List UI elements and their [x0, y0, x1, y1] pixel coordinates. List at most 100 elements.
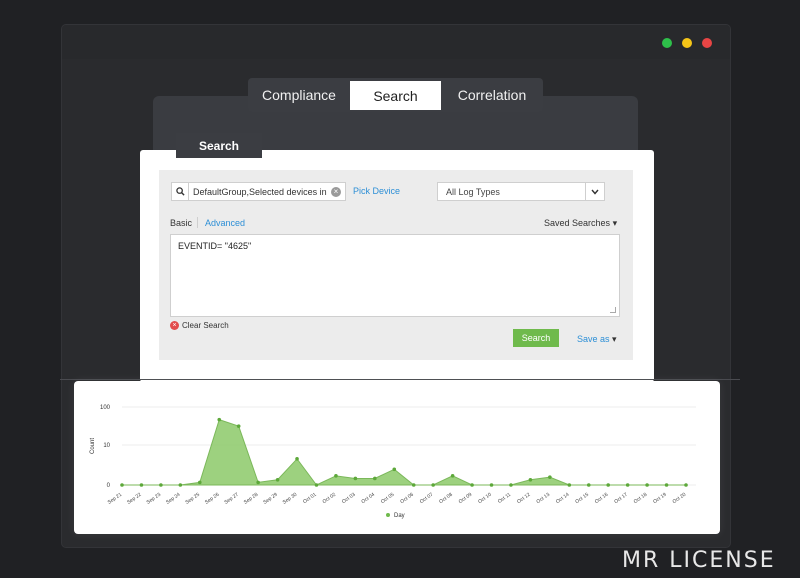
x-tick-label: Oct 06: [399, 492, 415, 505]
data-point[interactable]: [509, 483, 513, 487]
area-series: [122, 418, 686, 486]
x-tick-label: Sep 25: [185, 492, 202, 506]
data-point[interactable]: [392, 467, 397, 472]
top-tabs: Compliance Search Correlation: [248, 78, 543, 112]
tab-basic[interactable]: Basic: [170, 218, 192, 228]
data-point[interactable]: [489, 483, 494, 487]
close-dot-icon[interactable]: [702, 38, 712, 48]
x-tick-label: Oct 04: [360, 492, 376, 505]
minimize-dot-icon[interactable]: [682, 38, 692, 48]
log-types-value: All Log Types: [446, 186, 500, 197]
clear-icon: ×: [170, 321, 179, 330]
x-tick-label: Oct 03: [341, 492, 357, 505]
y-tick-label: 10: [103, 443, 110, 449]
data-point[interactable]: [567, 483, 572, 487]
clear-search-label: Clear Search: [182, 321, 229, 330]
x-tick-label: Oct 19: [652, 492, 668, 505]
data-point[interactable]: [373, 476, 377, 481]
data-point[interactable]: [353, 476, 358, 481]
clear-search-link[interactable]: × Clear Search: [170, 321, 229, 330]
x-tick-label: Oct 09: [458, 492, 474, 505]
device-value: DefaultGroup,Selected devices in: [193, 186, 327, 197]
tab-compliance[interactable]: Compliance: [248, 78, 350, 112]
data-point[interactable]: [159, 483, 163, 487]
chart-card: 100 10 0 Count Sep 21 Sep 22 Sep 23 Sep 24 Sep 2…: [74, 381, 720, 534]
x-tick-label: Sep 23: [146, 492, 163, 506]
tab-search[interactable]: Search: [350, 81, 441, 110]
data-point[interactable]: [664, 483, 669, 487]
x-tick-label: Oct 15: [574, 492, 590, 505]
x-tick-label: Oct 18: [633, 492, 649, 505]
x-tick-label: Oct 10: [477, 492, 493, 505]
x-tick-label: Sep 27: [223, 492, 240, 506]
data-point[interactable]: [450, 474, 455, 478]
x-tick-label: Sep 29: [262, 492, 279, 506]
x-tick-label: Oct 16: [594, 492, 610, 505]
data-point[interactable]: [120, 483, 124, 487]
query-textarea[interactable]: EVENTID= "4625": [170, 234, 620, 317]
tab-separator: [197, 217, 198, 228]
data-point[interactable]: [139, 483, 144, 487]
data-point[interactable]: [295, 457, 299, 461]
search-subtab[interactable]: Search: [176, 133, 262, 158]
x-tick-label: Oct 08: [438, 492, 454, 505]
device-selector[interactable]: DefaultGroup,Selected devices in ×: [171, 182, 346, 201]
y-tick-label: 100: [100, 405, 111, 411]
data-point[interactable]: [334, 474, 338, 478]
x-tick-label: Oct 14: [555, 492, 571, 505]
x-tick-label: Oct 05: [380, 492, 396, 505]
x-tick-label: Sep 21: [107, 492, 124, 506]
data-point[interactable]: [256, 480, 260, 485]
caret-down-icon: ▾: [612, 334, 617, 344]
tab-advanced[interactable]: Advanced: [205, 218, 245, 228]
resize-handle-icon[interactable]: [610, 307, 616, 313]
tab-correlation[interactable]: Correlation: [441, 78, 543, 112]
x-tick-label: Oct 12: [516, 492, 532, 505]
data-point[interactable]: [528, 477, 533, 482]
maximize-dot-icon[interactable]: [662, 38, 672, 48]
data-point[interactable]: [236, 424, 241, 428]
x-tick-label: Sep 28: [243, 492, 260, 506]
data-point[interactable]: [178, 483, 183, 487]
data-point[interactable]: [470, 483, 474, 487]
data-point[interactable]: [431, 483, 435, 487]
saved-searches-dropdown[interactable]: Saved Searches ▾: [544, 218, 617, 229]
pick-device-link[interactable]: Pick Device: [353, 186, 400, 196]
data-point[interactable]: [314, 483, 319, 487]
data-point[interactable]: [625, 483, 630, 487]
save-as-dropdown[interactable]: Save as ▾: [577, 334, 617, 345]
data-point[interactable]: [217, 417, 222, 422]
data-point[interactable]: [606, 483, 611, 487]
data-point[interactable]: [548, 475, 552, 479]
query-text: EVENTID= "4625": [178, 241, 252, 251]
save-as-label: Save as: [577, 334, 610, 344]
data-point[interactable]: [275, 477, 280, 482]
brand-logo: MR LICENSE: [622, 548, 776, 573]
title-bar: [62, 25, 730, 59]
y-tick-label: 0: [107, 483, 111, 489]
legend-marker: [386, 513, 390, 517]
clear-device-icon[interactable]: ×: [331, 186, 341, 197]
x-tick-label: Oct 01: [302, 492, 318, 505]
saved-searches-label: Saved Searches: [544, 218, 611, 228]
x-tick-label: Sep 26: [204, 492, 221, 506]
data-point[interactable]: [197, 480, 202, 485]
x-tick-label: Oct 17: [613, 492, 629, 505]
caret-down-icon: ▾: [612, 218, 618, 228]
search-card: DefaultGroup,Selected devices in × Pick …: [140, 150, 654, 382]
x-tick-label: Oct 07: [419, 492, 435, 505]
y-axis-label: Count: [90, 438, 96, 454]
log-types-select[interactable]: All Log Types: [437, 182, 605, 201]
data-point[interactable]: [645, 483, 649, 487]
x-tick-label: Sep 24: [165, 492, 182, 506]
x-tick-label: Oct 11: [497, 492, 512, 505]
data-point[interactable]: [586, 483, 591, 487]
x-tick-label: Sep 22: [126, 492, 143, 506]
x-tick-label: Oct 02: [322, 492, 338, 505]
data-point[interactable]: [684, 483, 688, 487]
data-point[interactable]: [411, 483, 416, 487]
search-button[interactable]: Search: [513, 329, 559, 347]
events-chart: 100100CountSep 21 Sep 22 Sep 23 Sep 24 Sep 2…: [90, 405, 696, 519]
chevron-down-icon: [585, 183, 604, 200]
legend-label: Day: [394, 513, 405, 519]
